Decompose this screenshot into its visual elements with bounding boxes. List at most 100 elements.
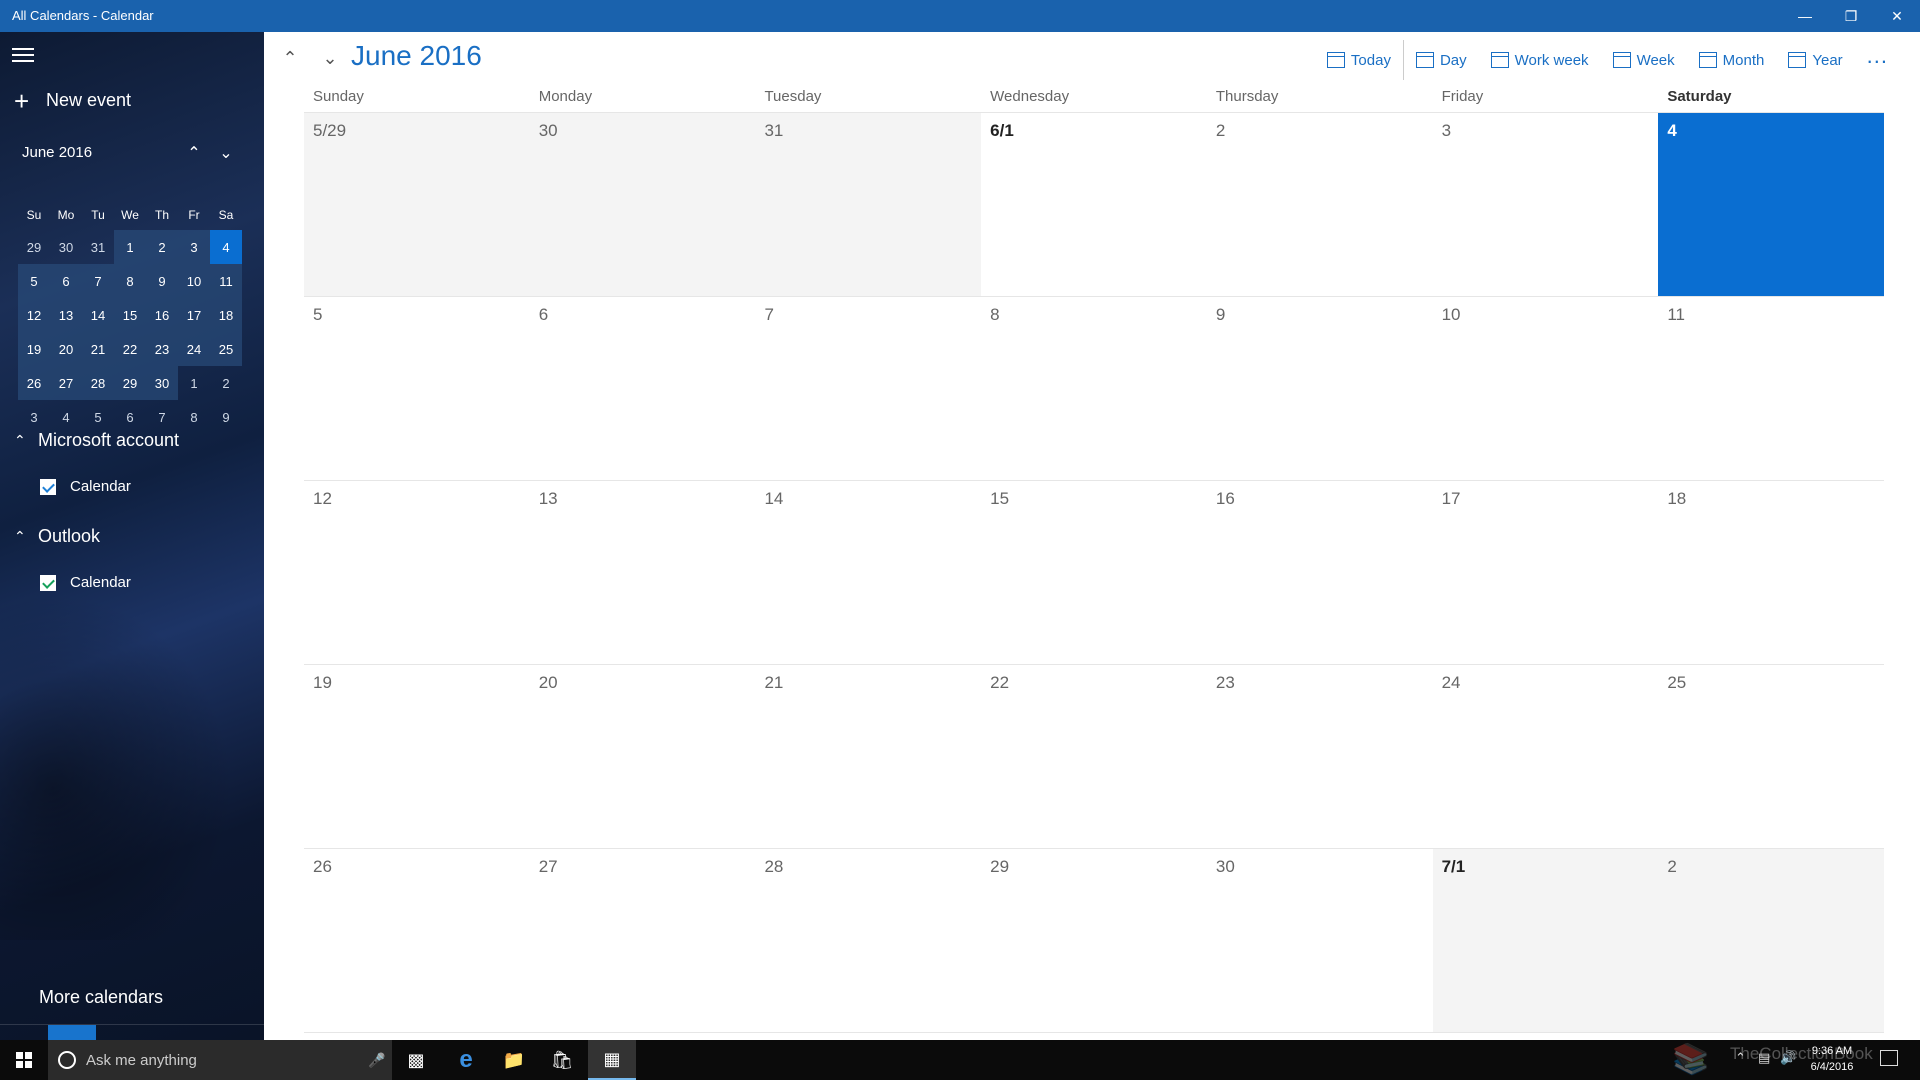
mini-day[interactable]: 9 [210,400,242,434]
day-cell[interactable]: 19 [304,665,530,848]
mini-day[interactable]: 9 [146,264,178,298]
day-cell[interactable]: 12 [304,481,530,664]
day-cell[interactable]: 5/29 [304,113,530,296]
restore-button[interactable]: ❐ [1828,0,1874,32]
mini-day[interactable]: 19 [18,332,50,366]
mini-day[interactable]: 11 [210,264,242,298]
day-cell[interactable]: 18 [1658,481,1884,664]
mini-day[interactable]: 29 [114,366,146,400]
previous-month-icon[interactable]: ⌃ [270,42,310,74]
day-cell[interactable]: 5 [304,297,530,480]
day-cell[interactable]: 25 [1658,665,1884,848]
volume-icon[interactable]: 🔊 [1780,1050,1796,1066]
day-cell[interactable]: 7/1 [1432,849,1659,1032]
feedback-smiley-icon[interactable]: ☺ [168,1025,216,1041]
day-cell[interactable]: 7 [755,297,981,480]
cortana-search-box[interactable]: Ask me anything 🎤 [48,1040,392,1080]
day-cell[interactable]: 31 [755,113,982,296]
mini-day[interactable]: 2 [210,366,242,400]
mini-day-today[interactable]: 4 [210,230,242,264]
day-cell[interactable]: 6/1 [981,113,1207,296]
day-cell[interactable]: 8 [981,297,1207,480]
settings-gear-icon[interactable]: ⚙ [216,1025,264,1041]
calendar-toggle-microsoft[interactable]: Calendar [40,478,131,495]
task-view-icon[interactable]: ▩ [392,1040,440,1080]
checkbox-checked-icon[interactable] [40,574,56,591]
mini-day[interactable]: 21 [82,332,114,366]
next-month-icon[interactable]: ⌄ [310,42,350,74]
day-cell[interactable]: 23 [1207,665,1433,848]
mini-day[interactable]: 27 [50,366,82,400]
mini-day[interactable]: 6 [114,400,146,434]
mini-day[interactable]: 1 [178,366,210,400]
day-view-button[interactable]: Day [1404,44,1479,76]
system-clock[interactable]: 9:36 AM 6/4/2016 [1800,1043,1864,1075]
mini-day[interactable]: 23 [146,332,178,366]
day-cell[interactable]: 14 [755,481,981,664]
day-cell[interactable]: 26 [304,849,530,1032]
mini-day[interactable]: 4 [50,400,82,434]
microphone-icon[interactable]: 🎤 [362,1052,392,1069]
day-cell[interactable]: 30 [1207,849,1433,1032]
mini-day[interactable]: 25 [210,332,242,366]
day-cell[interactable]: 27 [530,849,756,1032]
mini-day[interactable]: 31 [82,230,114,264]
mini-day[interactable]: 12 [18,298,50,332]
mini-day[interactable]: 7 [146,400,178,434]
mini-day[interactable]: 3 [18,400,50,434]
checkbox-checked-icon[interactable] [40,478,56,495]
hamburger-menu-icon[interactable] [12,48,34,66]
account-group-microsoft[interactable]: ⌃ Microsoft account [14,430,179,451]
mini-day[interactable]: 1 [114,230,146,264]
mini-day[interactable]: 17 [178,298,210,332]
mini-calendar-next-icon[interactable]: ⌄ [214,142,238,166]
start-button[interactable] [0,1040,48,1080]
day-cell[interactable]: 10 [1433,297,1659,480]
mini-day[interactable]: 5 [18,264,50,298]
day-cell[interactable]: 28 [755,849,981,1032]
day-cell[interactable]: 6 [530,297,756,480]
week-view-button[interactable]: Week [1601,44,1687,76]
mail-icon[interactable]: ✉ [0,1025,48,1041]
mini-day[interactable]: 15 [114,298,146,332]
new-event-button[interactable]: + New event [14,88,131,114]
day-cell[interactable]: 20 [530,665,756,848]
work-week-view-button[interactable]: Work week [1479,44,1601,76]
day-cell[interactable]: 24 [1433,665,1659,848]
day-cell[interactable]: 30 [529,113,756,296]
mini-day[interactable]: 10 [178,264,210,298]
store-icon[interactable]: 🛍 [538,1040,586,1080]
mini-day[interactable]: 7 [82,264,114,298]
mini-day[interactable]: 2 [146,230,178,264]
account-group-outlook[interactable]: ⌃ Outlook [14,526,100,547]
mini-day[interactable]: 22 [114,332,146,366]
mini-day[interactable]: 26 [18,366,50,400]
mini-day[interactable]: 8 [178,400,210,434]
calendar-toggle-outlook[interactable]: Calendar [40,574,131,591]
mini-calendar-previous-icon[interactable]: ⌃ [182,142,206,166]
day-cell[interactable]: 21 [755,665,981,848]
show-hidden-icons-icon[interactable]: ⌃ [1735,1050,1746,1066]
day-cell[interactable]: 2 [1658,849,1885,1032]
file-explorer-icon[interactable]: 📁 [490,1040,538,1080]
more-options-icon[interactable]: ... [1855,43,1900,77]
network-icon[interactable]: ▤ [1758,1050,1770,1066]
day-cell[interactable]: 2 [1207,113,1433,296]
day-cell-today[interactable]: 4 [1658,113,1885,296]
mini-day[interactable]: 8 [114,264,146,298]
day-cell[interactable]: 3 [1433,113,1659,296]
mini-calendar-title[interactable]: June 2016 [22,144,92,161]
close-button[interactable]: ✕ [1874,0,1920,32]
mini-day[interactable]: 5 [82,400,114,434]
mini-day[interactable]: 6 [50,264,82,298]
month-view-button[interactable]: Month [1687,44,1777,76]
mini-day[interactable]: 29 [18,230,50,264]
month-title[interactable]: June 2016 [351,40,482,72]
mini-day[interactable]: 13 [50,298,82,332]
day-cell[interactable]: 9 [1207,297,1433,480]
day-cell[interactable]: 22 [981,665,1207,848]
mini-day[interactable]: 18 [210,298,242,332]
mini-day[interactable]: 28 [82,366,114,400]
today-button[interactable]: Today [1315,44,1403,76]
edge-browser-icon[interactable]: e [442,1040,490,1080]
